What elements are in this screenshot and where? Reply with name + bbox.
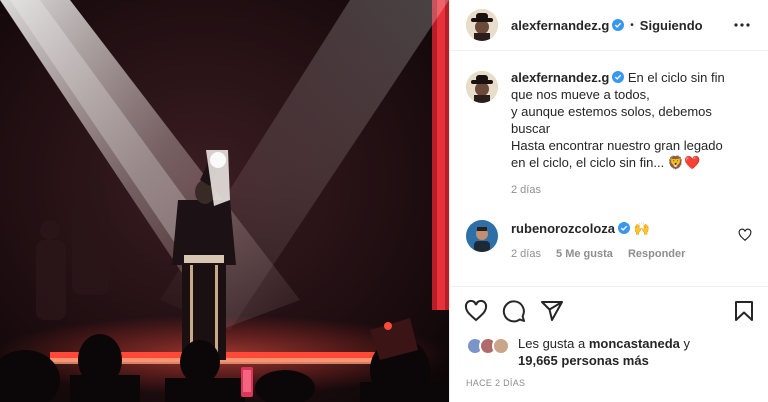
panel-bottom-spacer <box>450 388 768 402</box>
comment-like-heart-icon[interactable] <box>738 228 752 242</box>
post-side-panel: alexfernandez.g • Siguiendo alexfernande… <box>449 0 768 402</box>
more-icon <box>734 23 750 27</box>
action-bar <box>450 287 768 335</box>
caption-line: Hasta encontrar nuestro gran legado <box>511 138 723 153</box>
likes-prefix: Les gusta a <box>518 336 586 351</box>
likes-others-count[interactable]: 19,665 personas más <box>518 353 649 368</box>
share-icon[interactable] <box>540 299 564 323</box>
liker-username[interactable]: moncastaneda <box>589 336 680 351</box>
header-username[interactable]: alexfernandez.g <box>511 18 609 33</box>
comment-meta: 2 días 5 Me gusta Responder <box>511 246 725 263</box>
header-user-info: alexfernandez.g • Siguiendo <box>511 18 703 33</box>
caption-line: buscar <box>511 121 551 136</box>
caption-meta: 2 días <box>511 182 752 199</box>
post-time-ago[interactable]: Hace 2 días <box>450 369 768 388</box>
verified-badge-icon <box>612 71 625 83</box>
caption-avatar-image <box>466 71 498 103</box>
header-separator: • <box>630 19 634 31</box>
likes-text: Les gusta a moncastaneda y 19,665 person… <box>518 335 690 369</box>
caption-timestamp[interactable]: 2 días <box>511 184 541 196</box>
verified-badge-icon <box>618 222 631 234</box>
caption-line: y aunque estemos solos, debemos <box>511 104 712 119</box>
caption: alexfernandez.g En el ciclo sin fin que … <box>466 69 752 199</box>
post-photo[interactable] <box>0 0 449 402</box>
liker-avatars <box>466 337 510 355</box>
caption-line: que nos mueve a todos, <box>511 87 650 102</box>
commenter-avatar[interactable] <box>466 220 498 252</box>
author-avatar[interactable] <box>466 9 498 41</box>
bookmark-icon[interactable] <box>732 299 756 323</box>
caption-line: en el ciclo, el ciclo sin fin... 🦁❤️ <box>511 155 701 170</box>
more-options-button[interactable] <box>730 13 754 37</box>
commenter-avatar-image <box>466 220 498 252</box>
comment-timestamp[interactable]: 2 días <box>511 248 541 260</box>
comment-text: 🙌 <box>633 221 650 236</box>
comment-item: rubenorozcoloza 🙌 2 días 5 Me gusta Resp… <box>466 220 752 263</box>
likes-connector: y <box>683 336 691 351</box>
likes-section: Les gusta a moncastaneda y 19,665 person… <box>450 335 768 369</box>
heart-icon[interactable] <box>464 299 488 323</box>
caption-body: alexfernandez.g En el ciclo sin fin que … <box>511 69 752 199</box>
comment-likes-count[interactable]: 5 Me gusta <box>556 248 613 260</box>
commenter-username[interactable]: rubenorozcoloza <box>511 221 615 236</box>
following-button[interactable]: Siguiendo <box>640 18 703 33</box>
reply-button[interactable]: Responder <box>628 248 685 260</box>
liker-avatar[interactable] <box>492 337 510 355</box>
concert-photo-image <box>0 0 449 402</box>
caption-author-avatar[interactable] <box>466 71 498 103</box>
instagram-post: alexfernandez.g • Siguiendo alexfernande… <box>0 0 768 402</box>
comment-body: rubenorozcoloza 🙌 2 días 5 Me gusta Resp… <box>511 220 725 263</box>
post-header: alexfernandez.g • Siguiendo <box>450 0 768 51</box>
author-avatar-image <box>466 9 498 41</box>
comments-section: alexfernandez.g En el ciclo sin fin que … <box>450 51 768 287</box>
verified-badge-icon <box>612 19 625 31</box>
caption-username[interactable]: alexfernandez.g <box>511 70 609 85</box>
comment-icon[interactable] <box>502 299 526 323</box>
caption-line: En el ciclo sin fin <box>627 70 725 85</box>
